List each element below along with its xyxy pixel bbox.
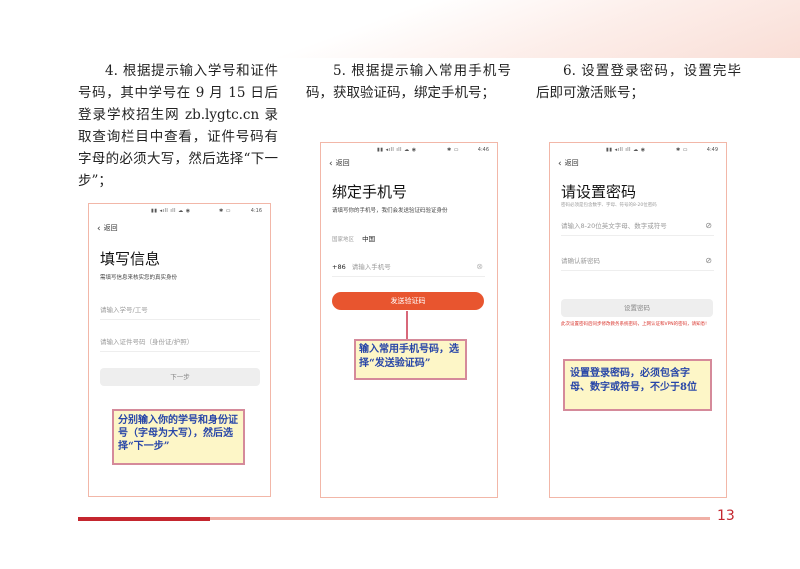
phone-number-input[interactable]: +86 请输入手机号 ⊗ <box>332 259 485 277</box>
set-password-button[interactable]: 设置密码 <box>561 299 713 317</box>
status-time: 4:46 <box>477 147 489 153</box>
instruction-step-6: 6. 设置登录密码，设置完毕后即可激活账号； <box>536 63 741 101</box>
page-number: 13 <box>717 508 735 524</box>
status-time: 4:49 <box>706 147 718 153</box>
page-subtitle: 需填写信息来核实您的真实身份 <box>100 275 178 281</box>
page-title: 填写信息 <box>100 250 161 268</box>
password-placeholder: 请输入8-20位英文字母、数字或符号 <box>561 222 667 230</box>
clear-icon[interactable]: ⊗ <box>476 259 483 275</box>
phone-screenshot-set-password: ▮▮ ◂ıll ıll ☁ ◉ ✱ ▭ 4:49 ‹ 返回 请设置密码 密码必须是… <box>549 142 727 498</box>
password-warning: 此次设置密码后同步修改教务系统密码，上网认证和VPN的密码，请知悉! <box>561 322 707 327</box>
instruction-callout: 输入常用手机号码，选择“发送验证码” <box>354 339 467 380</box>
chevron-left-icon: ‹ <box>329 159 333 169</box>
instruction-step-4: 4. 根据提示输入学号和证件号码，其中学号在 9 月 15 日后登录学校招生网 … <box>78 63 278 189</box>
instruction-callout: 分别输入你的学号和身份证号（字母为大写），然后选择“下一步” <box>112 409 245 465</box>
battery-icon: ✱ ▭ <box>447 147 460 153</box>
country-code: +86 <box>332 263 346 271</box>
chevron-left-icon: ‹ <box>97 224 101 234</box>
status-bar: ▮▮ ◂ıll ıll ☁ ◉ ✱ ▭ 4:49 <box>550 146 726 156</box>
status-time: 4:16 <box>250 208 262 214</box>
page-title: 请设置密码 <box>561 183 637 201</box>
send-code-button[interactable]: 发送验证码 <box>332 292 484 310</box>
phone-screenshot-fill-info: ▮▮ ◂ıll ıll ☁ ◉ ✱ ▭ 4:16 ‹ 返回 填写信息 需填写信息来… <box>88 203 271 497</box>
phone-placeholder: 请输入手机号 <box>351 263 391 271</box>
region-label: 国家地区 <box>332 237 355 243</box>
page-subtitle: 密码必须是包含数字、字母、符号的8-20位密码 <box>561 203 657 208</box>
student-id-input[interactable]: 请输入学号/工号 <box>100 302 260 320</box>
back-button[interactable]: ‹ 返回 <box>558 158 579 169</box>
password-input[interactable]: 请输入8-20位英文字母、数字或符号 ⊘ <box>561 218 714 236</box>
header-decoration <box>0 0 800 58</box>
status-bar: ▮▮ ◂ıll ıll ☁ ◉ ✱ ▭ 4:16 <box>89 207 270 217</box>
back-button[interactable]: ‹ 返回 <box>97 223 118 234</box>
instruction-callout: 设置登录密码，必须包含字母、数字或符号，不少于8位 <box>563 359 712 411</box>
back-label: 返回 <box>335 159 350 167</box>
battery-icon: ✱ ▭ <box>219 208 232 214</box>
signal-icon: ▮▮ ◂ıll ıll ☁ ◉ <box>606 147 646 153</box>
signal-icon: ▮▮ ◂ıll ıll ☁ ◉ <box>377 147 417 153</box>
footer-line-dark <box>78 517 210 521</box>
battery-icon: ✱ ▭ <box>676 147 689 153</box>
eye-off-icon[interactable]: ⊘ <box>705 253 712 269</box>
id-number-input[interactable]: 请输入证件号码（身份证/护照） <box>100 334 260 352</box>
page-subtitle: 请填写你的手机号，我们会发送验证码验证身份 <box>332 208 448 214</box>
confirm-placeholder: 请确认新密码 <box>561 257 600 265</box>
signal-icon: ▮▮ ◂ıll ıll ☁ ◉ <box>151 208 191 214</box>
region-value: 中国 <box>362 235 376 243</box>
callout-pointer <box>406 311 408 339</box>
back-button[interactable]: ‹ 返回 <box>329 158 350 169</box>
back-label: 返回 <box>103 224 118 232</box>
instruction-step-5: 5. 根据提示输入常用手机号码，获取验证码，绑定手机号； <box>306 63 511 101</box>
region-selector[interactable]: 国家地区 中国 <box>332 231 485 249</box>
confirm-password-input[interactable]: 请确认新密码 ⊘ <box>561 253 714 271</box>
chevron-left-icon: ‹ <box>558 159 562 169</box>
footer-line-light <box>210 517 710 520</box>
page-title: 绑定手机号 <box>332 183 408 201</box>
status-bar: ▮▮ ◂ıll ıll ☁ ◉ ✱ ▭ 4:46 <box>321 146 497 156</box>
phone-screenshot-bind-phone: ▮▮ ◂ıll ıll ☁ ◉ ✱ ▭ 4:46 ‹ 返回 绑定手机号 请填写你的… <box>320 142 498 498</box>
next-button[interactable]: 下一步 <box>100 368 260 386</box>
back-label: 返回 <box>564 159 579 167</box>
eye-off-icon[interactable]: ⊘ <box>705 218 712 234</box>
